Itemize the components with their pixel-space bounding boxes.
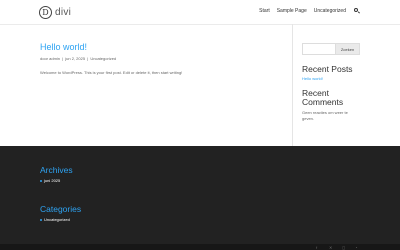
archive-item-label[interactable]: juni 2025 (44, 178, 60, 183)
social-links: f ✕ ◻ ◔ (316, 246, 360, 250)
post-category[interactable]: Uncategorized (90, 56, 116, 61)
sidebar: Zoeken Recent Posts Hello world! Recent … (302, 43, 362, 122)
category-item-label[interactable]: Uncategorized (44, 217, 70, 222)
bullet-icon (40, 218, 42, 221)
nav-item-sample-page[interactable]: Sample Page (277, 8, 307, 14)
search-input[interactable] (302, 43, 336, 55)
main-content: Hello world! door admin | jun 2, 2025 | … (40, 42, 280, 75)
logo-text: divi (55, 6, 72, 18)
main-nav: Start Sample Page Uncategorized (259, 8, 360, 14)
site-logo[interactable]: D divi (39, 4, 71, 20)
search-button[interactable]: Zoeken (336, 43, 360, 55)
facebook-icon[interactable]: f (316, 246, 321, 250)
categories-title: Categories (40, 204, 82, 214)
recent-comments-empty: Geen reacties om weer te geven. (302, 110, 348, 121)
instagram-icon[interactable]: ◻ (342, 246, 347, 250)
logo-mark: D (39, 5, 52, 19)
post-date: jun 2, 2025 (65, 56, 86, 61)
recent-post-link[interactable]: Hello world! (302, 76, 362, 81)
archives-title: Archives (40, 165, 73, 175)
search-form: Zoeken (302, 43, 362, 55)
post-meta: door admin | jun 2, 2025 | Uncategorized (40, 56, 117, 61)
search-icon[interactable] (354, 8, 360, 14)
post-author[interactable]: door admin (40, 56, 60, 61)
nav-item-start[interactable]: Start (259, 8, 270, 14)
archive-item[interactable]: juni 2025 (40, 178, 73, 183)
categories-widget: Categories Uncategorized (40, 204, 81, 222)
nav-item-uncategorized[interactable]: Uncategorized (314, 8, 346, 14)
site-header: D divi Start Sample Page Uncategorized (0, 0, 400, 24)
category-item[interactable]: Uncategorized (40, 217, 81, 222)
recent-comments-title: Recent Comments (302, 88, 344, 107)
archives-widget: Archives juni 2025 (40, 165, 73, 183)
post-body: Welcome to WordPress. This is your first… (40, 70, 183, 75)
x-icon[interactable]: ✕ (329, 246, 334, 250)
rss-icon[interactable]: ◔ (355, 246, 360, 250)
content-divider (292, 24, 293, 146)
site-footer: Archives juni 2025 Categories Uncategori… (0, 146, 400, 244)
post-title[interactable]: Hello world! (40, 42, 280, 52)
bullet-icon (40, 179, 42, 182)
recent-posts-title: Recent Posts (302, 64, 353, 74)
